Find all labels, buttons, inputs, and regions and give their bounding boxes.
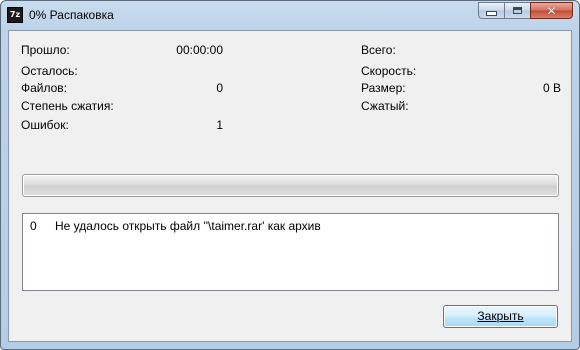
total-value (489, 42, 561, 58)
compression-ratio-label: Степень сжатия: (21, 99, 114, 113)
files-label: Файлов: (21, 81, 68, 95)
log-row[interactable]: 0 Не удалось открыть файл ''\taimer.rar'… (23, 219, 558, 233)
close-icon: ✕ (546, 3, 557, 18)
size-label: Размер: (361, 81, 406, 95)
maximize-icon (513, 7, 522, 14)
close-button-label: Закрыть (477, 309, 524, 323)
minimize-icon (486, 11, 497, 16)
extraction-window: 7z 0% Распаковка ✕ Прошло: 00:00:00 Оста… (0, 0, 580, 350)
size-value: 0 B (542, 81, 561, 95)
elapsed-label: Прошло: (21, 43, 70, 57)
elapsed-value: 00:00:00 (176, 43, 223, 57)
errors-value: 1 (216, 118, 223, 132)
title-bar[interactable]: 7z 0% Распаковка ✕ (1, 1, 579, 29)
close-button[interactable]: Закрыть (443, 305, 558, 328)
errors-label: Ошибок: (21, 118, 69, 132)
remaining-label: Осталось: (21, 64, 78, 78)
total-label: Всего: (361, 43, 396, 57)
window-title: 0% Распаковка (29, 8, 114, 22)
log-row-number: 0 (30, 219, 37, 233)
speed-label: Скорость: (361, 64, 417, 78)
log-row-message: Не удалось открыть файл ''\taimer.rar' к… (55, 219, 321, 233)
maximize-button[interactable] (504, 2, 530, 19)
remaining-value (159, 63, 223, 79)
packed-size-value (489, 98, 561, 114)
caption-buttons: ✕ (478, 2, 573, 20)
files-value: 0 (216, 81, 223, 95)
packed-size-label: Сжатый: (361, 99, 409, 113)
compression-ratio-value (159, 98, 223, 114)
7zip-app-icon: 7z (7, 7, 23, 23)
speed-value (489, 63, 561, 79)
close-window-button[interactable]: ✕ (530, 2, 573, 19)
error-log-list[interactable]: 0 Не удалось открыть файл ''\taimer.rar'… (22, 213, 559, 291)
minimize-button[interactable] (478, 2, 504, 19)
progress-bar (22, 174, 559, 197)
dialog-client-area: Прошло: 00:00:00 Осталось: Файлов: 0 Сте… (8, 30, 572, 342)
